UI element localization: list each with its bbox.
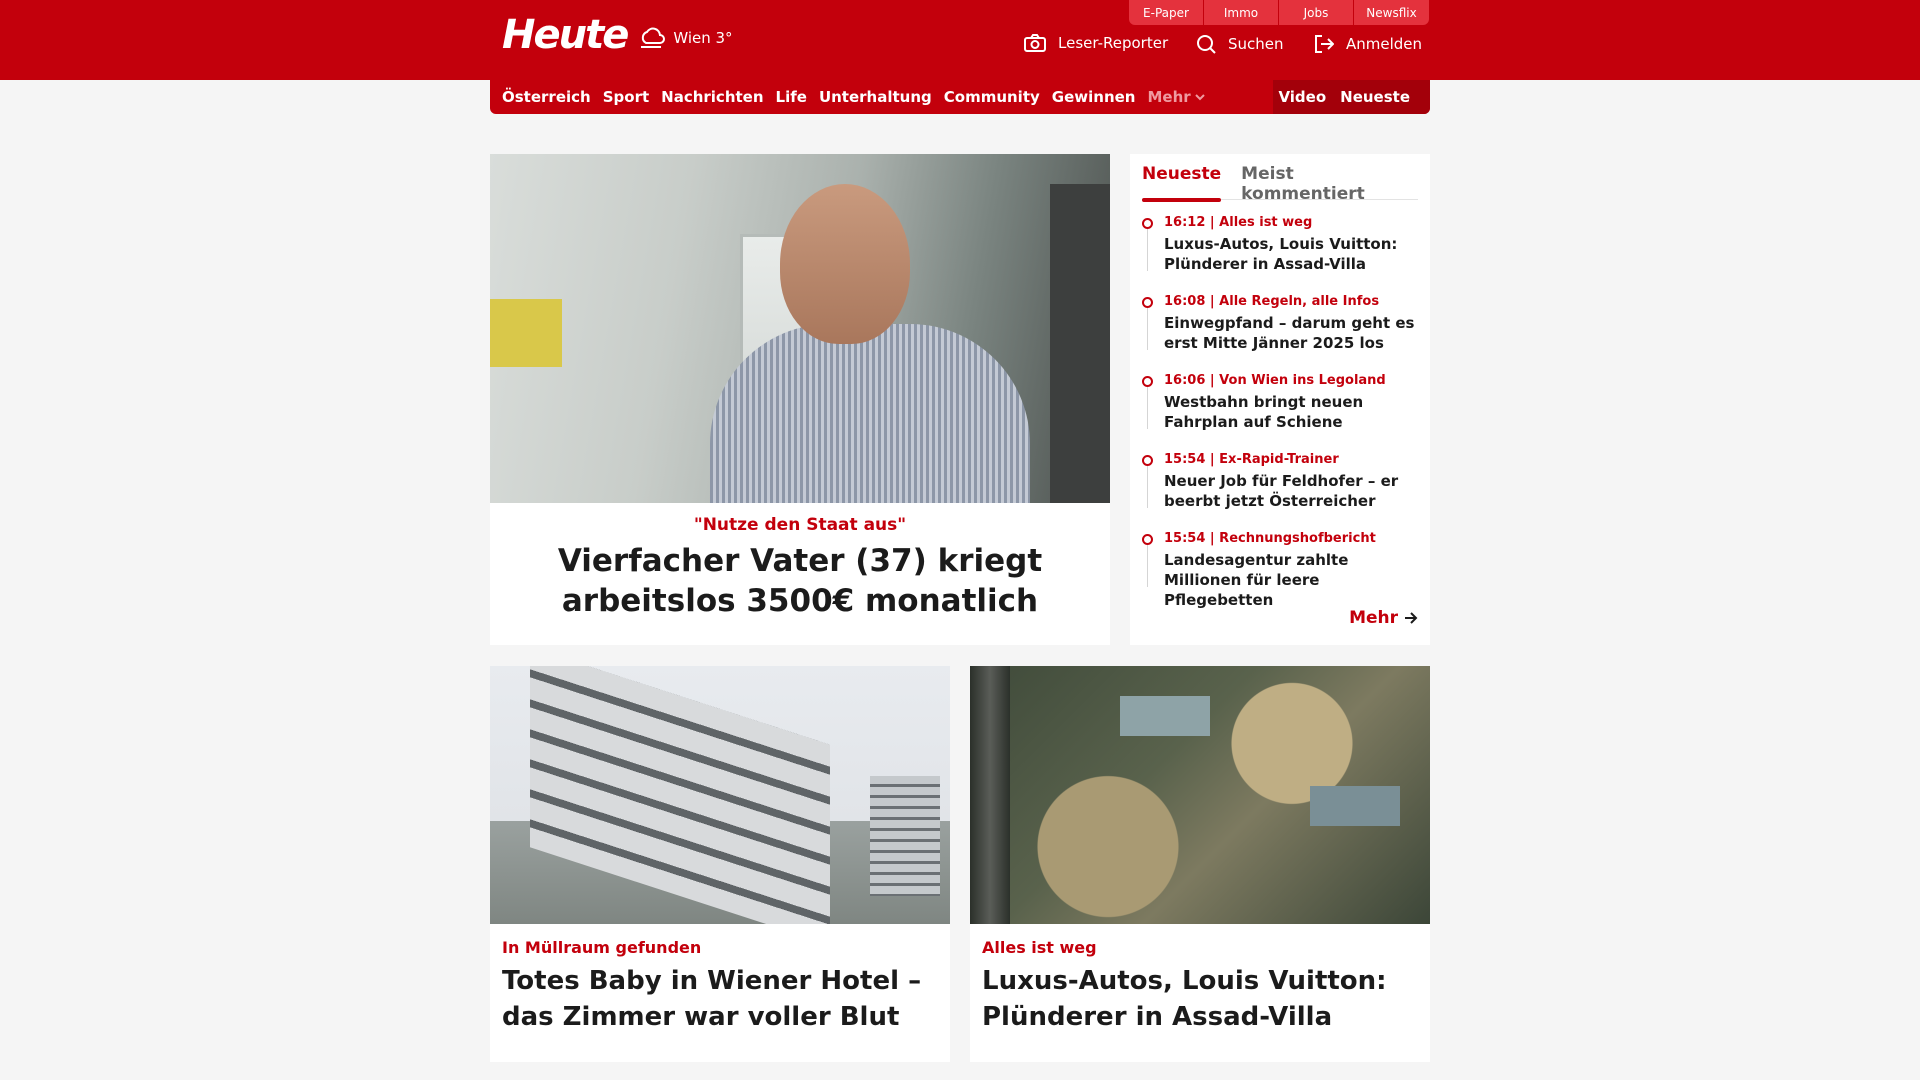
sidebar-list: 16:12 | Alles ist weg Luxus-Autos, Louis…: [1142, 214, 1418, 609]
article-card-title[interactable]: Luxus-Autos, Louis Vuitton: Plünderer in…: [982, 963, 1418, 1035]
nav-items: Österreich Sport Nachrichten Life Unterh…: [502, 80, 1205, 114]
timeline-dot-icon: [1142, 297, 1153, 308]
image-road: [970, 666, 1010, 924]
list-item[interactable]: 16:08 | Alle Regeln, alle Infos Einwegpf…: [1142, 293, 1418, 372]
list-item-title[interactable]: Landesagentur zahlte Millionen für leere…: [1164, 550, 1418, 610]
nav-item-sport[interactable]: Sport: [603, 88, 649, 106]
article-card-kicker: Alles ist weg: [982, 938, 1097, 957]
search-icon: [1197, 35, 1216, 54]
article-card-image[interactable]: [970, 666, 1430, 924]
sidebar-more-link[interactable]: Mehr: [1349, 608, 1418, 628]
list-item[interactable]: 16:12 | Alles ist weg Luxus-Autos, Louis…: [1142, 214, 1418, 293]
nav-item-video[interactable]: Video: [1278, 88, 1326, 106]
list-item[interactable]: 15:54 | Ex-Rapid-Trainer Neuer Job für F…: [1142, 451, 1418, 530]
timeline-line: [1147, 308, 1148, 350]
list-item[interactable]: 15:54 | Rechnungshofbericht Landesagentu…: [1142, 530, 1418, 609]
search-button[interactable]: Suchen: [1196, 34, 1284, 54]
camera-icon: [1024, 34, 1046, 52]
list-item-meta: 15:54 | Ex-Rapid-Trainer: [1164, 452, 1339, 467]
list-item[interactable]: 16:06 | Von Wien ins Legoland Westbahn b…: [1142, 372, 1418, 451]
leser-reporter-button[interactable]: Leser-Reporter: [1024, 34, 1168, 52]
latest-news-sidebar: Neueste Meist kommentiert 16:12 | Alles …: [1130, 154, 1430, 645]
hero-kicker: "Nutze den Staat aus": [693, 515, 907, 535]
timeline-dot-icon: [1142, 218, 1153, 229]
article-card[interactable]: In Müllraum gefunden Totes Baby in Wiene…: [490, 666, 950, 1062]
timeline-line: [1147, 387, 1148, 429]
arrow-right-icon: [1405, 612, 1418, 624]
search-label: Suchen: [1228, 35, 1284, 53]
hero-title[interactable]: Vierfacher Vater (37) kriegt arbeitslos …: [490, 541, 1110, 621]
timeline-line: [1147, 466, 1148, 508]
sidebar-tabs: Neueste Meist kommentiert: [1142, 164, 1418, 204]
chevron-down-icon: [1194, 94, 1205, 101]
cloud-sun-icon: [641, 27, 666, 48]
heute-logo[interactable]: Heute: [502, 12, 629, 58]
article-card-image[interactable]: [490, 666, 950, 924]
nav-right: Video Neueste: [1273, 80, 1430, 114]
nav-more-label: Mehr: [1147, 88, 1191, 106]
timeline-dot-icon: [1142, 376, 1153, 387]
hero-image-person-body: [710, 324, 1030, 503]
list-item-meta: 16:06 | Von Wien ins Legoland: [1164, 373, 1386, 388]
hero-article[interactable]: "Nutze den Staat aus" Vierfacher Vater (…: [490, 154, 1110, 645]
sidebar-more-label: Mehr: [1349, 608, 1398, 628]
weather-text: Wien 3°: [673, 29, 733, 47]
service-tab-epaper[interactable]: E-Paper: [1129, 0, 1204, 25]
list-item-title[interactable]: Westbahn bringt neuen Fahrplan auf Schie…: [1164, 392, 1418, 432]
timeline-line: [1147, 229, 1148, 271]
service-tab-newsflix[interactable]: Newsflix: [1354, 0, 1429, 25]
login-button[interactable]: Anmelden: [1314, 34, 1422, 54]
hero-image-elevator: [1050, 184, 1110, 503]
service-tab-jobs[interactable]: Jobs: [1279, 0, 1354, 25]
list-item-meta: 16:12 | Alles ist weg: [1164, 215, 1313, 230]
nav-item-gewinnen[interactable]: Gewinnen: [1052, 88, 1136, 106]
nav-item-nachrichten[interactable]: Nachrichten: [661, 88, 763, 106]
login-label: Anmelden: [1346, 35, 1423, 53]
brand: Heute Wien 3°: [502, 12, 733, 58]
nav-more-dropdown[interactable]: Mehr: [1147, 88, 1205, 106]
login-icon: [1315, 35, 1334, 53]
hero-image-sign: [490, 299, 562, 367]
tab-meist-kommentiert[interactable]: Meist kommentiert: [1241, 164, 1398, 204]
list-item-title[interactable]: Neuer Job für Feldhofer – er beerbt jetz…: [1164, 471, 1418, 511]
hero-image-person-head: [780, 184, 910, 344]
list-item-meta: 15:54 | Rechnungshofbericht: [1164, 531, 1376, 546]
nav-item-oesterreich[interactable]: Österreich: [502, 88, 591, 106]
list-item-title[interactable]: Luxus-Autos, Louis Vuitton: Plünderer in…: [1164, 234, 1418, 274]
image-roof: [1120, 696, 1210, 736]
weather-widget[interactable]: Wien 3°: [637, 25, 733, 51]
list-item-title[interactable]: Einwegpfand – darum geht es erst Mitte J…: [1164, 313, 1418, 353]
article-card-kicker: In Müllraum gefunden: [502, 938, 702, 957]
image-roof: [1310, 786, 1400, 826]
timeline-line: [1147, 545, 1148, 587]
service-tab-immo[interactable]: Immo: [1204, 0, 1279, 25]
timeline-dot-icon: [1142, 534, 1153, 545]
main-nav: Österreich Sport Nachrichten Life Unterh…: [490, 80, 1430, 114]
nav-item-unterhaltung[interactable]: Unterhaltung: [819, 88, 932, 106]
tab-neueste[interactable]: Neueste: [1142, 164, 1222, 202]
nav-item-community[interactable]: Community: [944, 88, 1040, 106]
article-card-title[interactable]: Totes Baby in Wiener Hotel – das Zimmer …: [502, 963, 938, 1035]
site-header: Heute Wien 3° E-Paper Immo Jobs Newsflix…: [0, 0, 1920, 80]
image-building-tower: [870, 776, 940, 896]
timeline-dot-icon: [1142, 455, 1153, 466]
service-tabs: E-Paper Immo Jobs Newsflix: [1129, 0, 1429, 25]
image-building: [530, 666, 830, 924]
nav-item-life[interactable]: Life: [776, 88, 807, 106]
hero-image[interactable]: [490, 154, 1110, 503]
leser-reporter-label: Leser-Reporter: [1058, 34, 1169, 52]
article-card[interactable]: Alles ist weg Luxus-Autos, Louis Vuitton…: [970, 666, 1430, 1062]
nav-item-neueste[interactable]: Neueste: [1340, 88, 1410, 106]
list-item-meta: 16:08 | Alle Regeln, alle Infos: [1164, 294, 1380, 309]
